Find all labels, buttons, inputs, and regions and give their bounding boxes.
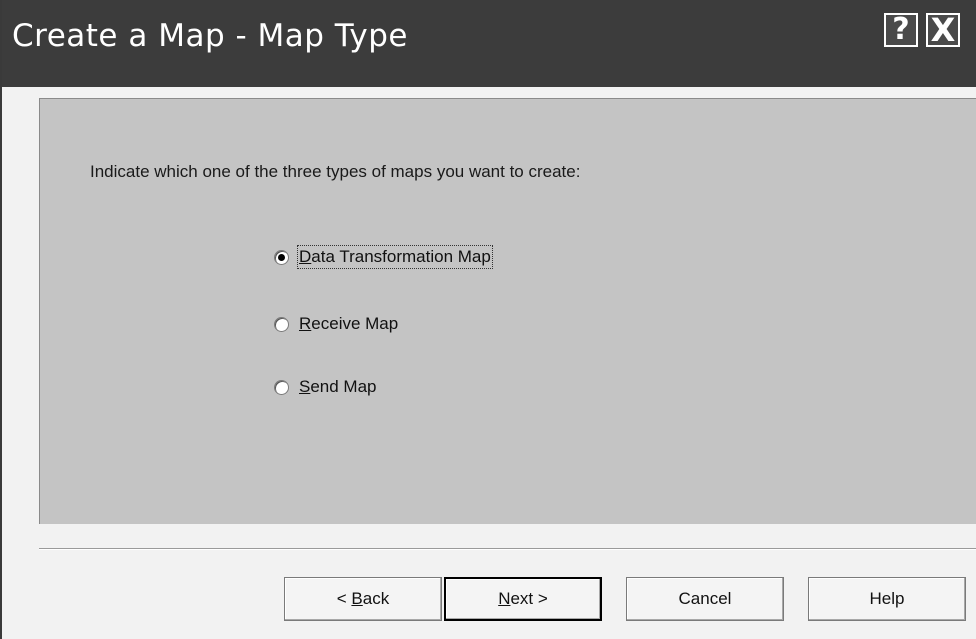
- label-rest: end Map: [310, 377, 377, 396]
- help-icon[interactable]: ?: [884, 13, 918, 47]
- separator: [39, 548, 976, 550]
- label-rest: ata Transformation Map: [311, 247, 491, 266]
- back-rest: ack: [362, 589, 390, 608]
- instruction-text: Indicate which one of the three types of…: [90, 162, 581, 181]
- option-receive-map[interactable]: Receive Map: [274, 311, 398, 337]
- option-data-transformation-map[interactable]: Data Transformation Map: [274, 244, 493, 270]
- cancel-button[interactable]: Cancel: [626, 577, 784, 621]
- next-rest: ext >: [510, 589, 548, 608]
- title-bar: Create a Map - Map Type ? X: [2, 0, 976, 87]
- back-button[interactable]: < Back: [284, 577, 442, 621]
- option-send-map[interactable]: Send Map: [274, 374, 377, 400]
- radio-data-transformation-map[interactable]: [274, 249, 289, 265]
- mnemonic-s: S: [299, 377, 311, 396]
- back-prefix: <: [336, 589, 352, 608]
- next-button[interactable]: Next >: [444, 577, 602, 621]
- radio-receive-map[interactable]: [274, 316, 289, 332]
- window-title: Create a Map - Map Type: [12, 18, 409, 54]
- create-map-dialog: Create a Map - Map Type ? X Indicate whi…: [0, 0, 976, 639]
- radio-send-map[interactable]: [274, 379, 289, 395]
- mnemonic-n: N: [498, 589, 511, 608]
- close-icon[interactable]: X: [926, 13, 960, 47]
- option-label-receive-map[interactable]: Receive Map: [299, 314, 398, 334]
- mnemonic-b: B: [351, 589, 363, 608]
- mnemonic-r: R: [299, 314, 312, 333]
- label-rest: eceive Map: [311, 314, 399, 333]
- help-button[interactable]: Help: [808, 577, 966, 621]
- option-label-send-map[interactable]: Send Map: [299, 377, 377, 397]
- mnemonic-d: D: [299, 247, 312, 266]
- option-label-data-transformation-map[interactable]: Data Transformation Map: [297, 245, 493, 269]
